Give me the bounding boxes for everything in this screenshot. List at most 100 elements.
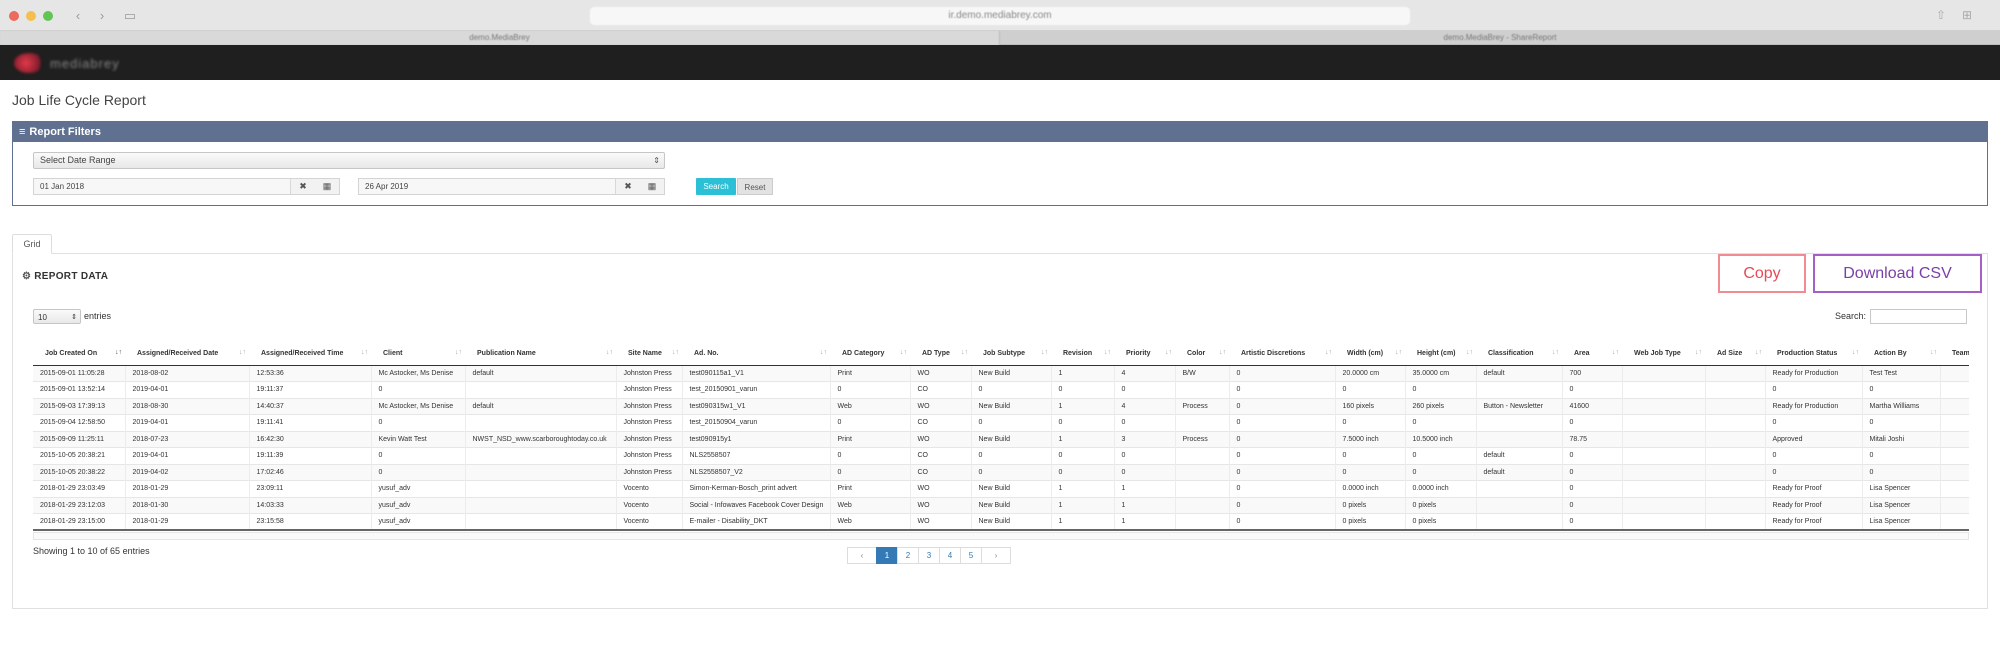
table-row[interactable]: 2015-10-05 20:38:22 2019-04-02 17:02:46 0 Jo…: [33, 463, 1969, 481]
sort-icon[interactable]: ↓↑: [1755, 349, 1762, 356]
sort-icon[interactable]: ↓↑: [1219, 349, 1226, 356]
column-header[interactable]: Width (cm) ↓↑: [1335, 342, 1405, 366]
sort-icon[interactable]: ↓↑: [1552, 349, 1559, 356]
sort-icon[interactable]: ↓↑: [1466, 349, 1473, 356]
column-header[interactable]: AD Type ↓↑: [910, 342, 971, 366]
report-data-title: REPORT DATA: [34, 271, 109, 282]
column-header[interactable]: Height (cm) ↓↑: [1405, 342, 1476, 366]
table-cell: [1705, 480, 1766, 497]
sort-icon[interactable]: ↓↑: [239, 349, 246, 356]
maximize-window-icon[interactable]: [43, 11, 53, 21]
browser-tab[interactable]: demo.MediaBrey - ShareReport: [1000, 31, 2000, 45]
table-cell: 4: [1114, 364, 1176, 382]
browser-tab[interactable]: demo.MediaBrey: [0, 31, 1000, 45]
download-csv-button[interactable]: Download CSV: [1813, 254, 1982, 293]
clear-icon[interactable]: ✖: [616, 179, 640, 194]
sort-icon[interactable]: ↓↑: [820, 349, 827, 356]
sort-icon[interactable]: ↓↑: [1695, 349, 1702, 356]
calendar-icon[interactable]: ▦: [640, 179, 664, 194]
table-row[interactable]: 2015-09-09 11:25:11 2018-07-23 16:42:30 Kev…: [33, 430, 1969, 448]
sort-icon[interactable]: ↓↑: [1930, 349, 1937, 356]
next-page-button[interactable]: ›: [981, 547, 1011, 564]
start-date-input[interactable]: 01 Jan 2018: [34, 179, 291, 194]
table-row[interactable]: 2015-09-03 17:39:13 2018-08-30 14:40:37 Mc …: [33, 397, 1969, 415]
share-icon[interactable]: ⇧⊞: [1936, 8, 1988, 22]
logo-text[interactable]: mediabrey: [50, 56, 120, 71]
column-header[interactable]: Artistic Discretions ↓↑: [1229, 342, 1335, 366]
column-header[interactable]: Site Name ↓↑: [616, 342, 682, 366]
forward-icon[interactable]: ›: [92, 8, 112, 24]
column-header[interactable]: Team↓↑: [1940, 342, 1969, 366]
sort-icon[interactable]: ↓↑: [1325, 349, 1332, 356]
sort-icon[interactable]: ↓↑: [672, 349, 679, 356]
sort-icon[interactable]: ↓↑: [115, 349, 122, 356]
column-header[interactable]: Assigned/Received Date ↓↑: [125, 342, 249, 366]
address-bar[interactable]: ir.demo.mediabrey.com: [590, 7, 1410, 25]
clear-icon[interactable]: ✖: [291, 179, 315, 194]
sort-icon[interactable]: ↓↑: [1104, 349, 1111, 356]
column-header[interactable]: Job Subtype ↓↑: [971, 342, 1051, 366]
column-header[interactable]: Web Job Type ↓↑: [1622, 342, 1705, 366]
page-1-button[interactable]: 1: [876, 547, 898, 564]
reset-button[interactable]: Reset: [737, 178, 773, 195]
table-row[interactable]: 2015-09-01 13:52:14 2019-04-01 19:11:37 0 Jo…: [33, 381, 1969, 398]
end-date-input[interactable]: 26 Apr 2019: [359, 179, 616, 194]
page-3-button[interactable]: 3: [918, 547, 940, 564]
table-row[interactable]: 2018-01-29 23:15:00 2018-01-29 23:15:58 yus…: [33, 513, 1969, 531]
logo-icon[interactable]: [14, 53, 44, 73]
showing-entries-info: Showing 1 to 10 of 65 entries: [33, 546, 150, 556]
table-row[interactable]: 2015-10-05 20:38:21 2019-04-01 19:11:39 0 Jo…: [33, 447, 1969, 464]
page-5-button[interactable]: 5: [960, 547, 982, 564]
page-2-button[interactable]: 2: [897, 547, 919, 564]
sort-icon[interactable]: ↓↑: [961, 349, 968, 356]
report-table-container[interactable]: Job Created On ↓↑ Assigned/Received Date ↓↑…: [33, 342, 1969, 532]
column-header[interactable]: Priority ↓↑: [1114, 342, 1175, 366]
sidebar-icon[interactable]: ▭: [120, 8, 140, 24]
sort-icon[interactable]: ↓↑: [361, 349, 368, 356]
column-header[interactable]: Area ↓↑: [1562, 342, 1622, 366]
table-cell: [1622, 364, 1706, 382]
search-button[interactable]: Search: [696, 178, 736, 195]
column-header[interactable]: Client ↓↑: [371, 342, 465, 366]
tab-grid[interactable]: Grid: [12, 234, 52, 254]
column-header[interactable]: Revision ↓↑: [1051, 342, 1114, 366]
sort-icon[interactable]: ↓↑: [1165, 349, 1172, 356]
sort-icon[interactable]: ↓↑: [1041, 349, 1048, 356]
table-cell: Johnston Press: [616, 430, 683, 448]
previous-page-button[interactable]: ‹: [847, 547, 877, 564]
table-row[interactable]: 2015-09-04 12:58:50 2019-04-01 19:11:41 0 Jo…: [33, 414, 1969, 431]
sort-icon[interactable]: ↓↑: [1612, 349, 1619, 356]
sort-icon[interactable]: ↓↑: [1395, 349, 1402, 356]
column-header[interactable]: Ad Size ↓↑: [1705, 342, 1765, 366]
column-header[interactable]: Action By ↓↑: [1862, 342, 1940, 366]
back-icon[interactable]: ‹: [68, 8, 88, 24]
table-search-input[interactable]: [1870, 309, 1968, 324]
column-header[interactable]: Ad. No. ↓↑: [682, 342, 830, 366]
column-header[interactable]: Classification ↓↑: [1476, 342, 1562, 366]
close-window-icon[interactable]: [9, 11, 19, 21]
table-cell: [1705, 513, 1766, 531]
table-row[interactable]: 2018-01-29 23:03:49 2018-01-29 23:09:11 yus…: [33, 480, 1969, 497]
page-4-button[interactable]: 4: [939, 547, 961, 564]
sort-icon[interactable]: ↓↑: [455, 349, 462, 356]
column-header[interactable]: Production Status ↓↑: [1765, 342, 1862, 366]
report-filters-header[interactable]: ≡ Report Filters: [13, 122, 1987, 142]
date-range-select[interactable]: Select Date Range ⇕: [33, 152, 665, 169]
column-header[interactable]: Assigned/Received Time ↓↑: [249, 342, 371, 366]
page-length-select[interactable]: 10 ⇕: [33, 309, 81, 324]
sort-icon[interactable]: ↓↑: [1852, 349, 1859, 356]
sort-icon[interactable]: ↓↑: [900, 349, 907, 356]
column-header[interactable]: Color ↓↑: [1175, 342, 1229, 366]
table-cell: 2015-09-09 11:25:11: [33, 430, 126, 448]
horizontal-scrollbar[interactable]: [33, 532, 1969, 540]
table-row[interactable]: 2018-01-29 23:12:03 2018-01-30 14:03:33 yus…: [33, 496, 1969, 514]
column-header[interactable]: AD Category ↓↑: [830, 342, 910, 366]
column-header[interactable]: Publication Name ↓↑: [465, 342, 616, 366]
table-row[interactable]: 2015-09-01 11:05:28 2018-08-02 12:53:36 Mc …: [33, 364, 1969, 382]
sort-icon[interactable]: ↓↑: [606, 349, 613, 356]
table-cell: 0: [830, 463, 911, 481]
copy-button[interactable]: Copy: [1718, 254, 1806, 293]
column-header[interactable]: Job Created On ↓↑: [33, 342, 125, 366]
minimize-window-icon[interactable]: [26, 11, 36, 21]
calendar-icon[interactable]: ▦: [315, 179, 339, 194]
